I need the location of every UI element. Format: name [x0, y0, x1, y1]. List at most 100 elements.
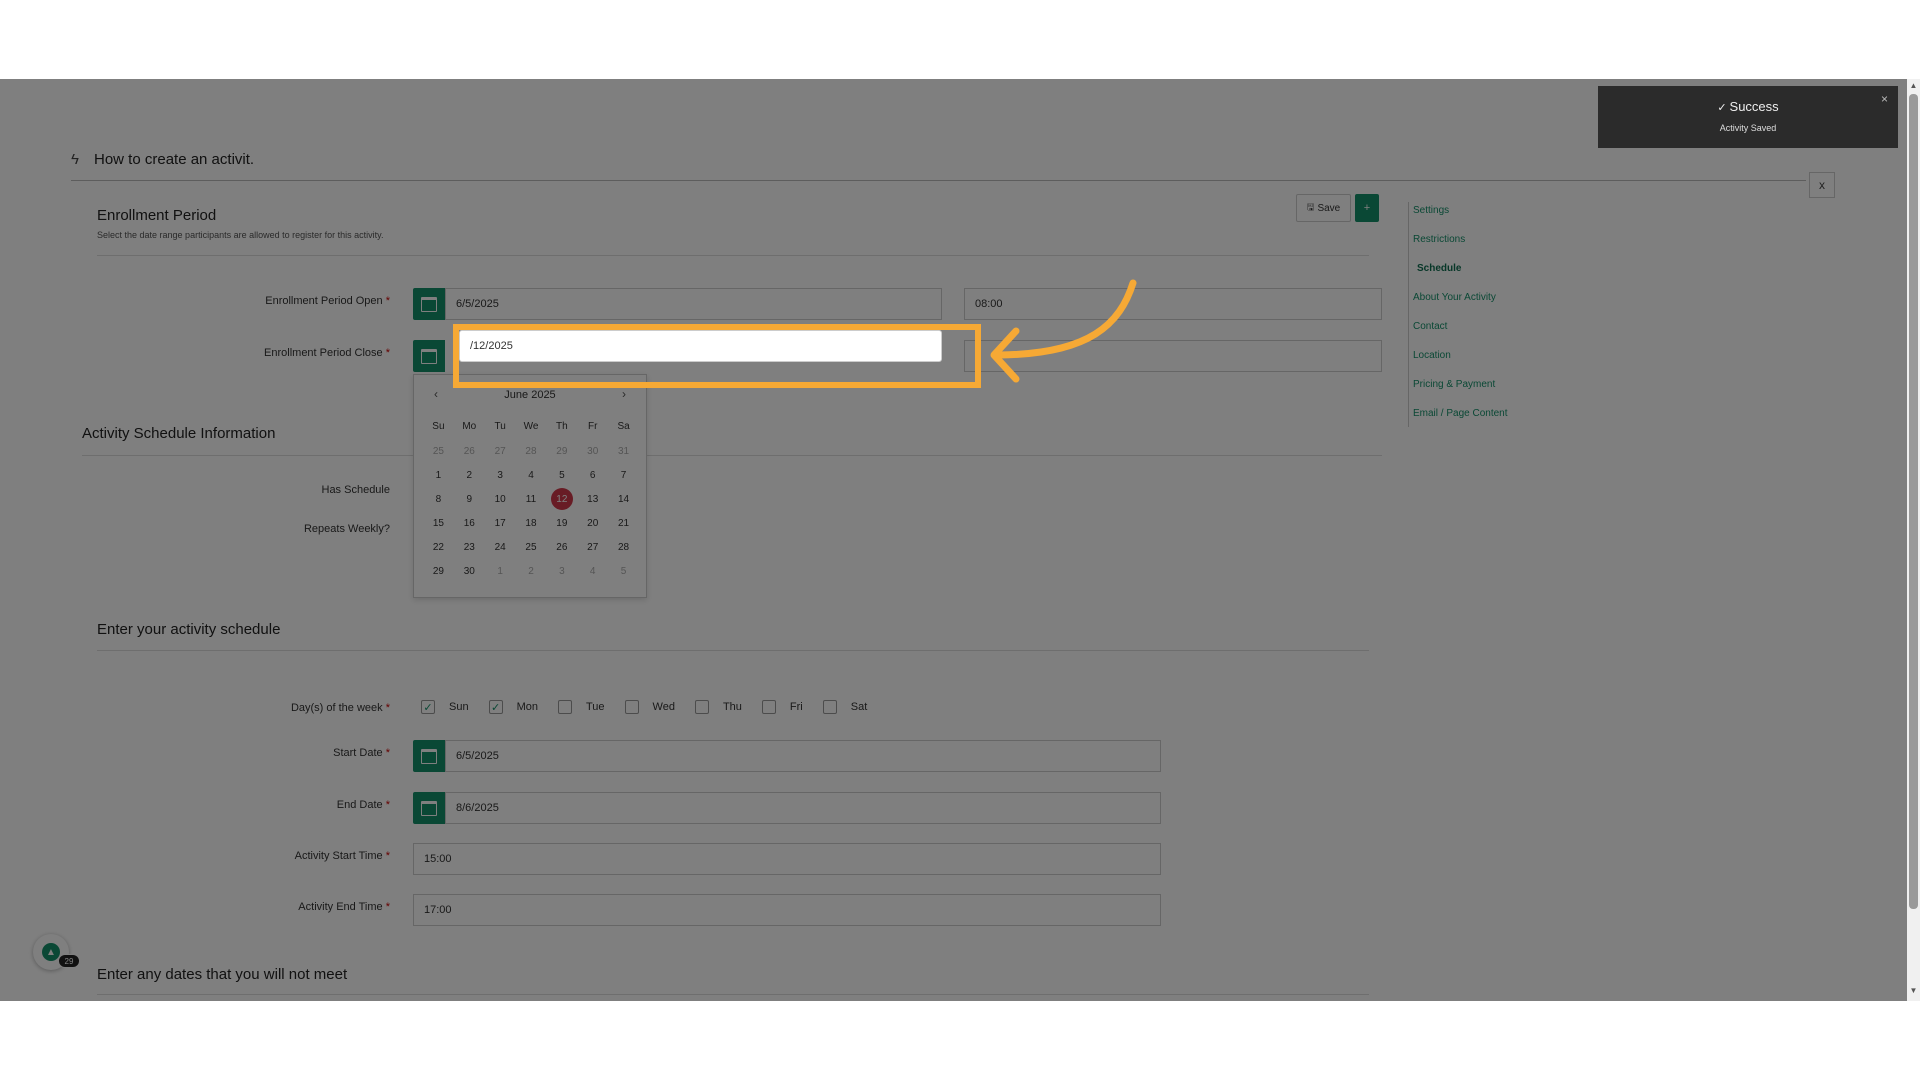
save-button[interactable]: 🖫 Save [1296, 194, 1351, 222]
schedule-info-divider [82, 455, 1382, 456]
nav-item-restrictions[interactable]: Restrictions [1413, 234, 1465, 245]
activity-end-time-input[interactable]: 17:00 [413, 894, 1161, 926]
calendar-day[interactable]: 18 [516, 511, 547, 535]
start-date-calendar-button[interactable] [413, 740, 445, 772]
day-checkbox-fri[interactable]: Fri [761, 700, 803, 714]
calendar-day[interactable]: 28 [516, 439, 547, 463]
calendar-day[interactable]: 1 [485, 559, 516, 583]
weekday-header: Fr [587, 420, 598, 432]
enrollment-close-date-input[interactable]: /12/2025 [459, 330, 942, 362]
calendar-day[interactable]: 2 [454, 463, 485, 487]
nav-item-about-your-activity[interactable]: About Your Activity [1413, 292, 1496, 303]
scrollbar-thumb[interactable] [1909, 94, 1918, 909]
calendar-day[interactable]: 4 [577, 559, 608, 583]
nav-item-location[interactable]: Location [1413, 350, 1451, 361]
day-label: Thu [722, 701, 742, 713]
calendar-day[interactable]: 4 [516, 463, 547, 487]
weekday-header: We [523, 420, 539, 432]
end-date-input[interactable]: 8/6/2025 [445, 792, 1161, 824]
schedule-divider [97, 650, 1369, 651]
calendar-day[interactable]: 11 [516, 487, 547, 511]
nav-item-email-page-content[interactable]: Email / Page Content [1413, 408, 1508, 419]
end-date-calendar-button[interactable] [413, 792, 445, 824]
day-checkbox-wed[interactable]: Wed [624, 700, 675, 714]
calendar-day-selected[interactable]: 12 [546, 487, 577, 511]
calendar-day[interactable]: 29 [423, 559, 454, 583]
calendar-day[interactable]: 13 [577, 487, 608, 511]
checkbox-empty-icon[interactable] [761, 700, 776, 714]
days-of-week-label-text: Day(s) of the week [290, 702, 383, 714]
day-checkbox-thu[interactable]: Thu [694, 700, 742, 714]
selected-day-number: 12 [550, 488, 573, 510]
nav-item-pricing-payment[interactable]: Pricing & Payment [1413, 379, 1495, 390]
calendar-day[interactable]: 14 [608, 487, 639, 511]
nav-divider [1408, 202, 1409, 427]
checkbox-empty-icon[interactable] [624, 700, 639, 714]
enrollment-close-calendar-button[interactable] [413, 340, 445, 372]
checkbox-empty-icon[interactable] [557, 700, 572, 714]
calendar-day[interactable]: 27 [485, 439, 516, 463]
nav-item-settings[interactable]: Settings [1413, 205, 1449, 216]
enrollment-close-label-text: Enrollment Period Close [264, 347, 383, 359]
enrollment-open-date-input[interactable]: 6/5/2025 [445, 288, 942, 320]
day-checkbox-mon[interactable]: ✓ Mon [488, 700, 538, 714]
calendar-day[interactable]: 7 [608, 463, 639, 487]
calendar-day[interactable]: 15 [423, 511, 454, 535]
calendar-day[interactable]: 25 [423, 439, 454, 463]
calendar-day[interactable]: 5 [608, 559, 639, 583]
calendar-day[interactable]: 8 [423, 487, 454, 511]
weekday-header: Tu [494, 420, 506, 432]
calendar-day[interactable]: 31 [608, 439, 639, 463]
datepicker-grid: Su Mo Tu We Th Fr Sa 25 26 27 28 29 30 31 1 2 3 4 5 6 7 8 9 10 1… [423, 413, 639, 583]
calendar-day[interactable]: 5 [546, 463, 577, 487]
close-button[interactable]: x [1809, 172, 1835, 198]
calendar-day[interactable]: 19 [546, 511, 577, 535]
calendar-day[interactable]: 30 [454, 559, 485, 583]
bolt-icon: ϟ [71, 151, 79, 168]
calendar-day[interactable]: 20 [577, 511, 608, 535]
add-button[interactable]: + [1355, 194, 1379, 222]
nav-item-contact[interactable]: Contact [1413, 321, 1447, 332]
calendar-day[interactable]: 3 [485, 463, 516, 487]
calendar-day[interactable]: 3 [546, 559, 577, 583]
required-marker: * [385, 702, 390, 714]
start-date-input[interactable]: 6/5/2025 [445, 740, 1161, 772]
calendar-day[interactable]: 28 [608, 535, 639, 559]
calendar-day[interactable]: 22 [423, 535, 454, 559]
enrollment-open-calendar-button[interactable] [413, 288, 445, 320]
scroll-down-arrow-icon[interactable]: ▼ [1907, 986, 1920, 995]
toast-close-icon[interactable]: × [1881, 92, 1888, 106]
exclusions-divider [97, 994, 1369, 995]
calendar-day[interactable]: 24 [485, 535, 516, 559]
enrollment-close-label: Enrollment Period Close * [120, 347, 390, 359]
activity-start-time-input[interactable]: 15:00 [413, 843, 1161, 875]
calendar-day[interactable]: 2 [516, 559, 547, 583]
calendar-day[interactable]: 6 [577, 463, 608, 487]
calendar-day[interactable]: 30 [577, 439, 608, 463]
calendar-day[interactable]: 23 [454, 535, 485, 559]
day-label: Wed [652, 701, 675, 713]
nav-item-schedule[interactable]: Schedule [1417, 263, 1461, 274]
calendar-day[interactable]: 16 [454, 511, 485, 535]
next-month-button[interactable]: › [622, 387, 626, 401]
checkbox-checked-icon[interactable]: ✓ [421, 700, 435, 714]
calendar-day[interactable]: 25 [516, 535, 547, 559]
day-checkbox-tue[interactable]: Tue [557, 700, 605, 714]
calendar-day[interactable]: 26 [454, 439, 485, 463]
calendar-day[interactable]: 29 [546, 439, 577, 463]
scroll-up-arrow-icon[interactable]: ▲ [1907, 81, 1920, 90]
calendar-day[interactable]: 27 [577, 535, 608, 559]
calendar-day[interactable]: 9 [454, 487, 485, 511]
calendar-day[interactable]: 26 [546, 535, 577, 559]
schedule-section-title: Enter your activity schedule [97, 621, 281, 638]
exclusions-section-title: Enter any dates that you will not meet [97, 966, 348, 983]
day-checkbox-sun[interactable]: ✓ Sun [421, 700, 469, 714]
calendar-day[interactable]: 21 [608, 511, 639, 535]
calendar-day[interactable]: 1 [423, 463, 454, 487]
checkbox-checked-icon[interactable]: ✓ [488, 700, 503, 714]
calendar-day[interactable]: 10 [485, 487, 516, 511]
day-checkbox-sat[interactable]: Sat [822, 700, 867, 714]
checkbox-empty-icon[interactable] [694, 700, 709, 714]
calendar-day[interactable]: 17 [485, 511, 516, 535]
checkbox-empty-icon[interactable] [822, 700, 837, 714]
